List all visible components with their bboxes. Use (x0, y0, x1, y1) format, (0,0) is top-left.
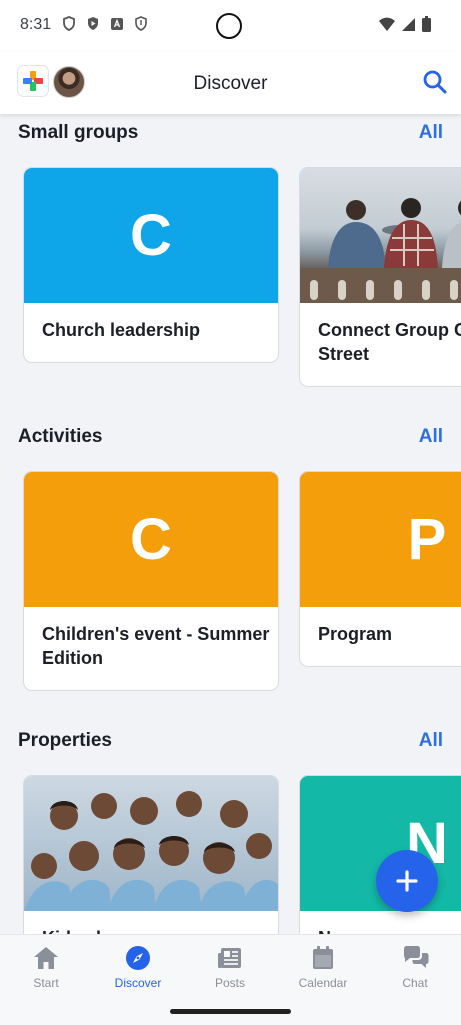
card-title: Connect Group C Street (318, 320, 461, 364)
property-card[interactable]: Kids ch… (23, 775, 279, 934)
card-title: N… (318, 926, 461, 934)
nav-label: Posts (214, 976, 245, 990)
section-title: Activities (18, 426, 103, 447)
font-app-icon (110, 16, 124, 31)
page-title: Discover (193, 73, 268, 94)
card-title: Children's event - Summer Edition (42, 624, 270, 668)
section-title: Small groups (18, 122, 139, 143)
status-bar: 8:31 (0, 0, 461, 52)
signal-icon (402, 17, 416, 37)
section-small-groups: Small groups All C Church leadership Con… (0, 122, 461, 412)
shield-outline-icon (134, 16, 148, 31)
group-card[interactable]: Connect Group C Street (299, 167, 461, 387)
nav-label: Discover (114, 976, 162, 990)
play-shield-icon (86, 16, 100, 31)
card-title: Program (318, 624, 393, 644)
people-on-wall-photo (300, 168, 461, 303)
app-bar: Discover (0, 52, 461, 114)
card-letter: P (407, 507, 447, 572)
activity-card[interactable]: C Children's event - Summer Edition (23, 471, 279, 691)
chat-icon (402, 945, 429, 971)
system-icons (378, 16, 431, 37)
section-title: Properties (18, 730, 112, 751)
bottom-navigation: Start Discover Posts Calendar Chat (0, 934, 461, 1025)
add-button[interactable] (376, 850, 438, 912)
plus-icon (396, 870, 418, 892)
home-icon (33, 945, 59, 971)
compass-icon (125, 945, 151, 971)
calendar-icon (310, 945, 336, 971)
card-banner: C (24, 168, 278, 303)
group-card[interactable]: C Church leadership (23, 167, 279, 363)
wifi-icon (378, 17, 396, 37)
see-all-link[interactable]: All (419, 426, 443, 448)
nav-label: Start (33, 976, 59, 990)
nav-calendar[interactable]: Calendar (277, 935, 369, 997)
activity-card[interactable]: P Program (299, 471, 461, 667)
card-banner: P (300, 472, 461, 607)
card-banner: C (24, 472, 278, 607)
battery-icon (422, 16, 431, 37)
section-activities: Activities All C Children's event - Summ… (0, 426, 461, 716)
see-all-link[interactable]: All (419, 730, 443, 752)
discover-content[interactable]: Small groups All C Church leadership Con… (0, 114, 461, 934)
nav-chat[interactable]: Chat (369, 935, 461, 997)
status-time: 8:31 (20, 16, 52, 33)
nav-discover[interactable]: Discover (92, 935, 184, 997)
nav-posts[interactable]: Posts (184, 935, 276, 997)
card-letter: C (130, 507, 172, 572)
camera-cutout (216, 13, 242, 39)
nav-label: Calendar (298, 976, 348, 990)
card-letter: C (130, 203, 172, 268)
see-all-link[interactable]: All (419, 122, 443, 144)
property-card[interactable]: N N… (299, 775, 461, 934)
home-indicator[interactable] (170, 1009, 291, 1014)
children-group-photo (24, 776, 278, 911)
nav-label: Chat (402, 976, 428, 990)
nav-start[interactable]: Start (0, 935, 92, 997)
newspaper-icon (217, 945, 243, 971)
card-title: Kids ch… (42, 926, 268, 934)
shield-icon (62, 16, 76, 31)
search-icon[interactable] (421, 68, 449, 96)
notification-icons (62, 16, 148, 31)
card-title: Church leadership (42, 320, 201, 340)
